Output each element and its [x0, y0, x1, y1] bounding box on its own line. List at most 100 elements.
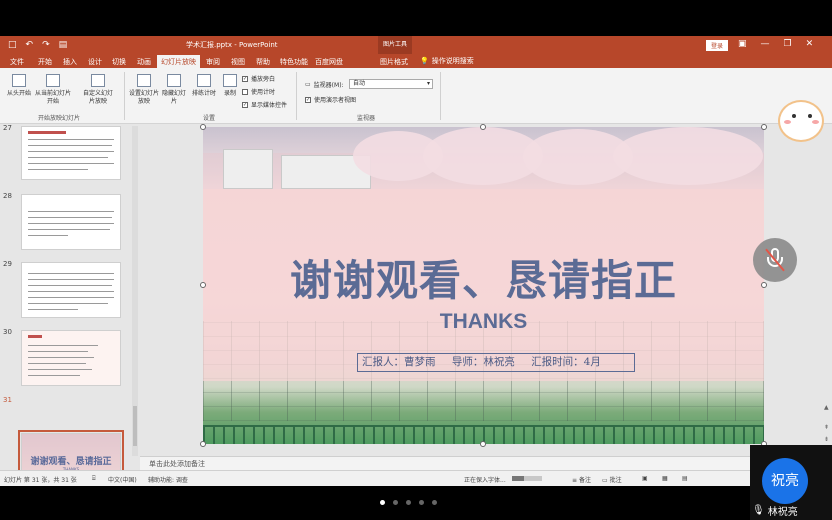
tab-transitions[interactable]: 切换	[112, 57, 126, 67]
accessibility-status[interactable]: 辅助功能: 调查	[148, 475, 188, 484]
scrollbar-thumb[interactable]	[133, 406, 137, 446]
slide-thumbnail[interactable]	[21, 126, 121, 180]
custom-slideshow-button[interactable]: 自定义幻灯片放映	[82, 74, 114, 106]
present-icon[interactable]: ▤	[59, 39, 68, 51]
setup-slideshow-button[interactable]: 设置幻灯片放映	[128, 74, 160, 106]
thumb-heading	[28, 335, 42, 338]
show-media-label: 显示媒体控件	[251, 102, 288, 109]
thumb-text-line	[28, 145, 112, 146]
resize-handle[interactable]	[200, 282, 206, 288]
status-bar: 幻灯片 第 31 张，共 31 张 ⌸ 中文(中国) 辅助功能: 调查 正在保入…	[0, 470, 832, 486]
page-down-icon[interactable]: ⇟	[824, 436, 829, 443]
page-dot[interactable]	[432, 500, 437, 505]
slide-info-box[interactable]: 汇报人：曹梦雨 导师：林祝亮 汇报时间：4月	[357, 353, 635, 372]
thumb-text-line	[28, 223, 114, 224]
ribbon-display-icon[interactable]: ▣	[738, 39, 747, 49]
tab-special[interactable]: 特色功能	[280, 57, 308, 67]
tab-insert[interactable]: 插入	[63, 57, 77, 67]
tab-review[interactable]: 审阅	[206, 57, 220, 67]
rehearse-button[interactable]: 排练计时	[191, 74, 217, 98]
tab-view[interactable]: 视图	[231, 57, 245, 67]
comments-toggle-label: 批注	[609, 477, 622, 484]
slide-sorter-icon[interactable]: ▦	[662, 475, 668, 482]
mute-microphone-button[interactable]	[753, 238, 797, 282]
save-icon[interactable]: □	[8, 39, 17, 51]
cartoon-cheek	[812, 120, 819, 124]
resize-handle[interactable]	[761, 124, 767, 130]
comments-toggle[interactable]: ▭ 批注	[602, 475, 622, 484]
thumb-text-line	[28, 375, 80, 376]
notes-pane[interactable]: 单击此处添加备注	[140, 456, 822, 470]
slide-thumbnail[interactable]	[21, 262, 121, 318]
tab-animations[interactable]: 动画	[137, 57, 151, 67]
microphone-icon: 🎙	[752, 505, 765, 516]
from-start-button[interactable]: 从头开始	[4, 74, 34, 98]
participant-name-row: 🎙 林祝亮	[750, 503, 832, 518]
page-up-icon[interactable]: ⇞	[824, 424, 829, 431]
tab-help[interactable]: 帮助	[256, 57, 270, 67]
notes-toggle[interactable]: ≡ 备注	[572, 475, 591, 484]
slide-thumbnail[interactable]	[21, 330, 121, 386]
tab-picture-format[interactable]: 图片格式	[380, 57, 408, 67]
resize-handle[interactable]	[761, 282, 767, 288]
thumb-number: 28	[3, 192, 12, 200]
save-status: 正在保入字体...	[464, 477, 506, 484]
thumb-text-line	[28, 297, 114, 298]
slide-subtitle[interactable]: THANKS	[203, 310, 764, 334]
page-dot[interactable]	[380, 500, 385, 505]
resize-handle[interactable]	[480, 124, 486, 130]
monitor-dropdown[interactable]: 自动 ▾	[349, 79, 433, 89]
thumb-text-line	[28, 309, 78, 310]
language-status[interactable]: 中文(中国)	[108, 475, 137, 484]
play-narrations-checkbox[interactable]: ✓ 播放旁白	[242, 74, 275, 83]
thumb-number: 27	[3, 124, 12, 132]
resize-handle[interactable]	[480, 441, 486, 447]
show-media-checkbox[interactable]: ✓ 显示媒体控件	[242, 100, 287, 109]
custom-slideshow-label: 自定义幻灯片放映	[82, 90, 113, 105]
page-dot[interactable]	[393, 500, 398, 505]
tab-home[interactable]: 开始	[38, 57, 52, 67]
thumb-text-line	[28, 235, 68, 236]
reading-view-icon[interactable]: ▤	[682, 475, 688, 482]
tab-design[interactable]: 设计	[88, 57, 102, 67]
participant-video-tile[interactable]: 祝亮 🎙 林祝亮	[750, 445, 832, 520]
thumbnail-scrollbar[interactable]	[132, 126, 138, 456]
setup-label: 设置幻灯片放映	[128, 90, 159, 105]
close-icon[interactable]: ✕	[806, 39, 814, 49]
thumb-text-line	[28, 169, 88, 170]
record-icon	[223, 74, 237, 87]
redo-icon[interactable]: ↷	[42, 39, 50, 51]
cartoon-eye	[808, 114, 812, 118]
resize-handle[interactable]	[200, 124, 206, 130]
tab-file[interactable]: 文件	[10, 57, 24, 67]
record-button[interactable]: 录制	[220, 74, 240, 98]
normal-view-icon[interactable]: ▣	[642, 475, 648, 482]
monitor-label: 监视器(M):	[313, 82, 344, 89]
scroll-up-icon[interactable]: ▲	[824, 404, 829, 411]
slide-title[interactable]: 谢谢观看、恳请指正	[203, 247, 764, 308]
slide-scrollbar[interactable]: ▲ ⇞ ⇟	[822, 124, 832, 456]
minimize-icon[interactable]: —	[761, 39, 770, 49]
tab-slideshow[interactable]: 幻灯片放映	[157, 55, 200, 68]
login-button[interactable]: 登录	[706, 40, 729, 51]
participant-avatar: 祝亮	[762, 458, 808, 504]
monitor-select[interactable]: ▭ 监视器(M):	[305, 80, 344, 89]
thumbnail-pane: 27 28 29 30 31 谢谢观看、恳请指正	[0, 124, 140, 486]
ribbon-separator	[440, 72, 441, 120]
presenter-view-checkbox[interactable]: ✓ 使用演示者视图	[305, 95, 356, 104]
undo-icon[interactable]: ↶	[26, 39, 34, 51]
restore-icon[interactable]: ❐	[784, 39, 792, 49]
hide-slide-button[interactable]: 隐藏幻灯片	[162, 74, 186, 106]
tab-baidu[interactable]: 百度网盘	[315, 57, 343, 67]
tell-me-search[interactable]: 💡 操作说明搜索	[420, 56, 474, 66]
page-dot[interactable]	[406, 500, 411, 505]
resize-handle[interactable]	[200, 441, 206, 447]
from-current-button[interactable]: 从当前幻灯片开始	[33, 74, 73, 106]
slide-canvas[interactable]: 谢谢观看、恳请指正 THANKS 汇报人：曹梦雨 导师：林祝亮 汇报时间：4月	[203, 127, 764, 444]
page-dot[interactable]	[419, 500, 424, 505]
use-timings-checkbox[interactable]: 使用计时	[242, 87, 275, 96]
spellcheck-icon[interactable]: ⌸	[92, 475, 96, 483]
slide-thumbnail[interactable]	[21, 194, 121, 250]
title-bar: □ ↶ ↷ ▤ 学术汇报.pptx - PowerPoint 图片工具 登录 ▣…	[0, 36, 832, 54]
rehearse-label: 排练计时	[191, 90, 216, 97]
